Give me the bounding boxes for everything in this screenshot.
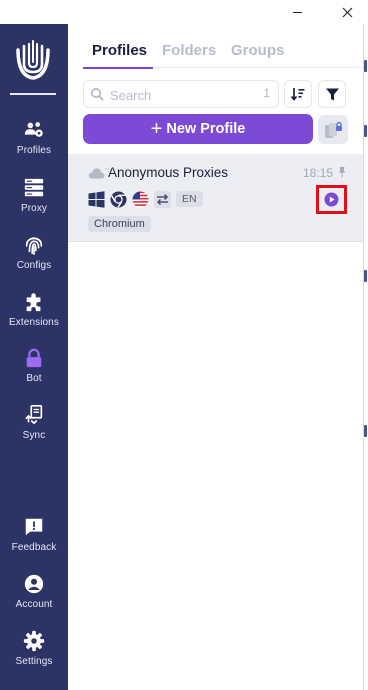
pin-icon[interactable] [336,166,348,178]
puzzle-icon [26,293,41,312]
us-flag-icon [132,191,149,208]
close-icon [342,7,352,17]
tab-profiles[interactable]: Profiles [92,42,147,59]
search-input[interactable] [110,85,250,105]
sidebar-item-label: Account [15,599,53,610]
sidebar-item-label: Extensions [9,317,59,328]
sort-button[interactable] [284,80,312,108]
close-button[interactable] [332,0,362,24]
edge-marker [364,425,367,437]
browser-tag: Chromium [88,216,151,232]
main-panel: Profiles Folders Groups 1 + New Profile [68,24,363,690]
gear-icon [23,630,45,652]
tab-groups[interactable]: Groups [231,42,284,59]
sidebar-item-sync[interactable]: Sync [0,404,68,454]
sidebar-item-proxy[interactable]: Proxy [0,177,68,227]
lock-icon [26,348,42,368]
profile-attributes: EN [88,190,208,208]
proxy-server-icon [24,178,44,197]
sidebar-item-label: Configs [16,260,52,271]
edge-marker [364,270,367,282]
tab-bar: Profiles Folders Groups [68,42,363,68]
logo-divider [10,93,56,95]
window-edge [363,24,368,690]
sidebar-item-feedback[interactable]: Feedback [0,516,68,566]
sidebar-item-settings[interactable]: Settings [0,630,68,680]
new-profile-label: New Profile [166,121,246,137]
new-profile-button[interactable]: + New Profile [83,114,313,144]
batch-lock-icon [325,121,342,138]
edge-marker [364,60,367,72]
feedback-icon [25,518,43,536]
sidebar-item-profiles[interactable]: Profiles [0,119,68,169]
sort-icon [290,88,305,101]
active-tab-indicator [83,67,153,69]
start-profile-button[interactable] [316,185,347,214]
sidebar-item-label: Profiles [16,145,52,156]
filter-icon [325,88,339,100]
fingerprint-u-logo-icon [16,40,50,80]
sidebar-item-label: Bot [26,373,42,384]
minimize-icon [292,11,302,13]
sync-icon [25,405,43,425]
sidebar: Profiles Proxy Configs Extensions Bot Sy… [0,24,68,690]
app-logo [12,38,54,82]
play-icon [324,192,339,207]
account-icon [24,574,44,594]
language-badge: EN [176,191,203,207]
search-box[interactable]: 1 [83,80,279,108]
tab-folders[interactable]: Folders [162,42,216,59]
tab-divider [153,67,363,68]
profile-row[interactable]: Anonymous Proxies 18:15 EN Chromium [68,154,363,241]
sidebar-item-label: Feedback [11,542,57,553]
sidebar-item-label: Proxy [20,203,48,214]
sidebar-item-label: Settings [15,656,53,667]
profile-name: Anonymous Proxies [108,165,229,180]
window-titlebar [0,0,368,24]
sidebar-item-account[interactable]: Account [0,573,68,623]
proxy-swap-icon [154,190,171,208]
cloud-icon [88,168,105,179]
profiles-icon [24,122,43,137]
filter-button[interactable] [318,80,346,108]
sidebar-item-configs[interactable]: Configs [0,234,68,284]
chrome-icon [110,191,127,208]
batch-lock-button[interactable] [318,115,348,144]
row-divider [68,241,363,242]
sidebar-item-extensions[interactable]: Extensions [0,291,68,341]
sidebar-item-bot[interactable]: Bot [0,347,68,397]
search-result-count: 1 [263,86,270,100]
fingerprint-icon [25,237,43,255]
minimize-button[interactable] [282,0,312,24]
profile-time: 18:15 [303,166,334,180]
edge-marker [364,125,367,137]
plus-icon: + [150,118,163,140]
windows-icon [88,190,105,208]
search-icon [91,88,104,101]
sidebar-item-label: Sync [22,430,46,441]
